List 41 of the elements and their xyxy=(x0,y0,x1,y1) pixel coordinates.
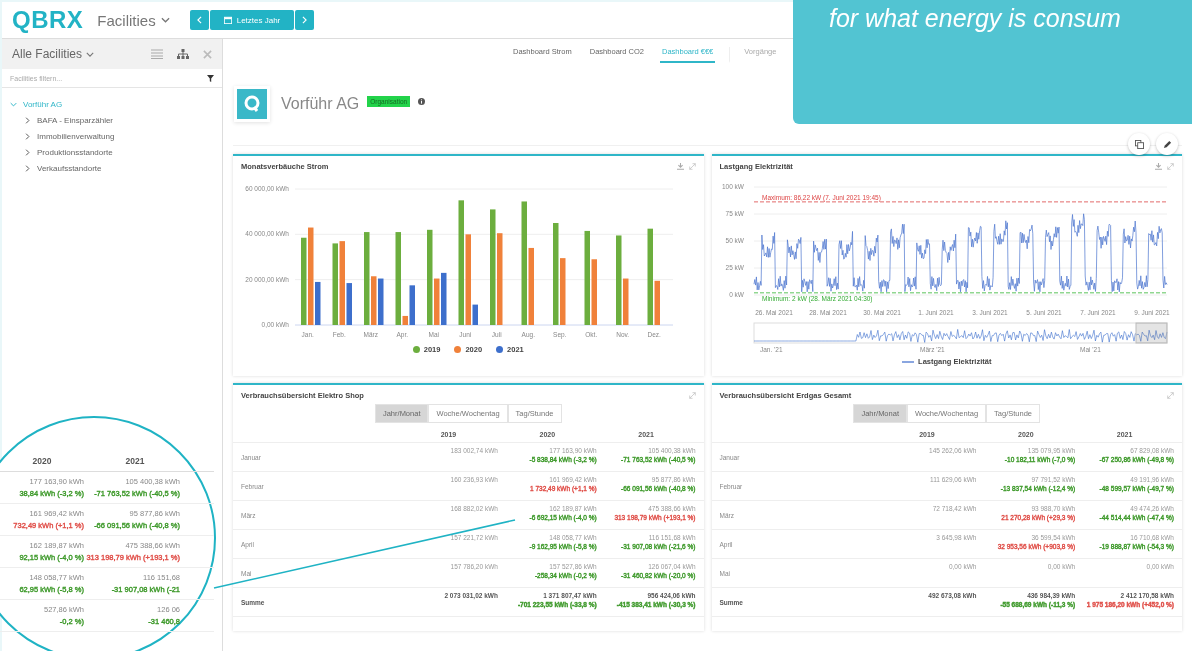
logo[interactable]: QBRX xyxy=(12,6,84,34)
info-icon[interactable] xyxy=(418,98,426,105)
chevron-icon[interactable] xyxy=(24,164,31,172)
date-range-button[interactable]: Letztes Jahr xyxy=(209,10,295,30)
tree-item[interactable]: Immobilienverwaltung xyxy=(37,131,115,141)
caret-icon xyxy=(86,51,95,57)
tree-item[interactable]: Produktionsstandorte xyxy=(37,147,113,157)
facilities-dropdown[interactable]: Alle Facilities xyxy=(12,47,95,61)
tree-item[interactable]: Vorführ AG xyxy=(23,99,63,109)
column-header: 2020 xyxy=(31,456,53,466)
close-icon[interactable] xyxy=(203,49,212,59)
caret-icon xyxy=(160,17,170,23)
chevron-icon[interactable] xyxy=(24,116,31,124)
tree-item[interactable]: BAFA - Einsparzähler xyxy=(37,115,114,125)
facilities-menu[interactable]: Facilities xyxy=(97,11,170,29)
list-icon[interactable] xyxy=(151,49,163,59)
expand-icon[interactable] xyxy=(688,163,696,170)
copy-icon xyxy=(1134,139,1144,149)
edit-button[interactable] xyxy=(1156,133,1178,155)
next-button[interactable] xyxy=(295,10,315,30)
download-icon[interactable] xyxy=(1155,163,1162,170)
previous-button[interactable] xyxy=(189,10,209,30)
chevron-icon[interactable] xyxy=(24,148,31,156)
copy-button[interactable] xyxy=(1128,133,1150,155)
column-header: 2021 xyxy=(124,456,146,466)
hierarchy-icon[interactable] xyxy=(177,49,189,59)
chevron-icon[interactable] xyxy=(10,100,17,108)
expand-icon[interactable] xyxy=(688,392,696,399)
expand-icon[interactable] xyxy=(1167,163,1174,170)
chevron-left-icon xyxy=(196,16,202,24)
legend-line xyxy=(902,360,915,363)
chevron-right-icon xyxy=(302,16,308,24)
expand-icon[interactable] xyxy=(1167,392,1174,399)
callout-text: for what energy is consum xyxy=(829,4,1121,33)
calendar-icon xyxy=(223,16,232,24)
download-icon[interactable] xyxy=(676,163,684,170)
tree-item[interactable]: Verkaufsstandorte xyxy=(37,163,102,173)
navigator-handle[interactable] xyxy=(1135,322,1167,344)
chevron-icon[interactable] xyxy=(24,132,31,140)
pencil-icon xyxy=(1162,139,1172,149)
facility-name: Vorführ AG xyxy=(281,95,360,113)
